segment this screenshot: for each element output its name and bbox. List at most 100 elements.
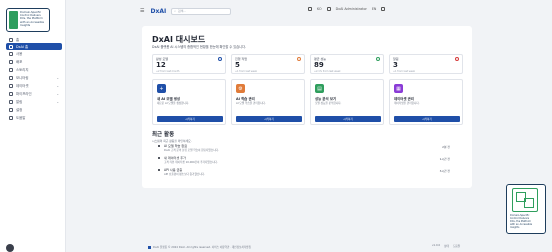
action-card: + 새 AI 모델 생성 새로운 AI 모델을 생성합니다. 시작하기 — [152, 79, 226, 125]
stat-card: 알림 3 +1 from last week — [389, 54, 463, 74]
bell-icon — [9, 99, 13, 104]
sidebar-item-label: 사용 — [16, 52, 23, 56]
stat-trend: +1 from last week — [393, 70, 415, 73]
stat-trend: +1 from last week — [235, 70, 257, 73]
chevron-down-icon: ⌄ — [56, 99, 59, 104]
sidebar: Domain-Specific Control Delivers DXs, th… — [0, 0, 66, 252]
help-icon — [9, 115, 13, 120]
action-icon: ⚙ — [236, 84, 245, 93]
bullet-icon — [158, 169, 160, 171]
footer-help-link[interactable]: 도움말 — [453, 244, 460, 248]
stat-value: 3 — [393, 61, 398, 69]
stat-value: 89 — [314, 61, 324, 69]
action-description: 새로운 AI 모델을 생성합니다. — [157, 102, 190, 105]
gear-icon — [9, 107, 13, 112]
recent-activity-item[interactable]: AI 모델 학습 완료 DxAI 고객 문의 분류 모델 학습이 완료되었습니다.… — [152, 143, 462, 153]
sidebar-item-label: 모니터링 — [16, 76, 29, 80]
search-placeholder: 검색... — [177, 9, 187, 13]
widget-logo-icon — [512, 188, 538, 212]
footer-text: DxAI 플랫폼 © 2024 DxAI. All rights reserve… — [153, 246, 251, 249]
page-subtitle: DxAI 플랫폼 AI 시스템의 종합적인 현황을 한눈에 확인할 수 있습니다… — [152, 45, 247, 49]
sidebar-item[interactable]: 설정 — [6, 106, 62, 113]
brand-text: Domain-Specific Control Delivers DXs, th… — [20, 11, 44, 27]
sidebar-item[interactable]: 사용 — [6, 50, 62, 57]
usage-icon — [9, 51, 13, 56]
stat-value: 12 — [156, 61, 166, 69]
action-start-button[interactable]: 시작하기 — [157, 116, 223, 122]
dashboard-icon — [9, 44, 13, 49]
sidebar-item[interactable]: 홈 — [6, 36, 62, 43]
widget-text: Domain-Specific Control Delivers DXs, th… — [510, 214, 533, 229]
main-panel: DxAI 대시보드 DxAI 플랫폼 AI 시스템의 종합적인 현황을 한눈에 … — [142, 26, 472, 188]
bullet-icon — [158, 157, 160, 159]
sidebar-item-label: 파이프라인 — [16, 92, 32, 96]
stat-card: 진행 작업 5 +1 from last week — [231, 54, 305, 74]
footer-version: v1.0.0 — [432, 244, 441, 247]
activity-time: 2분 전 — [442, 145, 450, 149]
activity-time: 1시간 전 — [439, 157, 450, 161]
stat-trend: +2.1% from last week — [314, 70, 341, 73]
action-description: 모델 성능을 분석합니다. — [315, 102, 342, 105]
brand-mark-icon — [9, 11, 18, 29]
home-icon — [9, 37, 13, 42]
action-card: ⚙ AI 학습 관리 AI 모델 학습을 관리합니다. 시작하기 — [231, 79, 305, 125]
sidebar-item-label: 도움말 — [16, 116, 26, 120]
action-start-button[interactable]: 시작하기 — [236, 116, 302, 122]
action-start-button[interactable]: 시작하기 — [394, 116, 460, 122]
footer: DxAI 플랫폼 © 2024 DxAI. All rights reserve… — [148, 244, 478, 250]
action-description: AI 모델 학습을 관리합니다. — [236, 102, 266, 105]
sidebar-item-label: 배포 — [16, 60, 23, 64]
search-icon: ⌕ — [174, 9, 176, 13]
app-logo[interactable]: DxAI — [150, 8, 166, 15]
action-card: ▦ 데이터셋 관리 데이터셋을 관리합니다. 시작하기 — [389, 79, 463, 125]
locale-toggle[interactable]: EN — [372, 7, 377, 11]
bullet-icon — [158, 145, 160, 147]
brand-widget[interactable]: Domain-Specific Control Delivers DXs, th… — [506, 184, 546, 234]
avatar[interactable] — [6, 244, 14, 252]
stat-card: 평균 성능 89 +2.1% from last week — [310, 54, 384, 74]
action-icon: + — [157, 84, 166, 93]
sidebar-item[interactable]: 스토리지 — [6, 66, 62, 73]
dataset-icon — [9, 83, 13, 88]
hamburger-menu-icon[interactable]: ☰ — [140, 8, 144, 14]
search-input[interactable]: ⌕ 검색... — [171, 7, 232, 15]
brand-logo[interactable]: Domain-Specific Control Delivers DXs, th… — [6, 8, 50, 32]
pipeline-icon — [9, 91, 13, 96]
action-description: 데이터셋을 관리합니다. — [394, 102, 420, 105]
sidebar-item-label: 스토리지 — [16, 68, 29, 72]
user-icon[interactable] — [326, 7, 331, 11]
sidebar-item[interactable]: 배포 — [6, 58, 62, 65]
footer-status-link[interactable]: 상태 — [444, 244, 449, 248]
language-selector[interactable]: KO — [317, 7, 322, 11]
storage-icon — [9, 67, 13, 72]
monitor-icon — [9, 75, 13, 80]
sidebar-item[interactable]: 데이터셋 ⌄ — [6, 82, 62, 89]
stat-card: 활성 모델 12 +2 from last month — [152, 54, 226, 74]
user-name[interactable]: DxAI Administrator — [336, 7, 367, 11]
action-icon: ▦ — [394, 84, 403, 93]
activity-description: API 호출량이 평소보다 증가했습니다. — [164, 173, 205, 176]
recent-activity: 최근 활동 시스템의 최근 활동을 확인하세요. AI 모델 학습 완료 DxAI… — [152, 130, 462, 180]
notification-icon[interactable] — [308, 7, 312, 11]
activity-time: 3시간 전 — [439, 169, 450, 173]
action-start-button[interactable]: 시작하기 — [315, 116, 381, 122]
sidebar-item[interactable]: DxAI 홈 — [6, 43, 62, 50]
sidebar-item-label: 데이터셋 — [16, 84, 29, 88]
sidebar-item[interactable]: 모니터링 ⌄ — [6, 74, 62, 81]
sidebar-item[interactable]: 도움말 — [6, 114, 62, 121]
stat-trend: +2 from last month — [156, 70, 180, 73]
stat-indicator-icon — [218, 57, 222, 61]
footer-right: v1.0.0 상태 도움말 — [432, 244, 460, 248]
chevron-down-icon: ⌄ — [56, 83, 59, 88]
stat-indicator-icon — [455, 57, 459, 61]
activity-description: 고객 리뷰 데이터셋 10,000건이 추가되었습니다. — [164, 161, 218, 164]
deploy-icon — [9, 59, 13, 64]
recent-activity-item[interactable]: 새 데이터셋 추가 고객 리뷰 데이터셋 10,000건이 추가되었습니다. 1시간… — [152, 155, 462, 165]
recent-activity-item[interactable]: API 사용 급증 API 호출량이 평소보다 증가했습니다. 3시간 전 — [152, 167, 462, 177]
chevron-down-icon: ⌄ — [56, 75, 59, 80]
sidebar-item[interactable]: 알림 ⌄ — [6, 98, 62, 105]
sidebar-item[interactable]: 파이프라인 ⌄ — [6, 90, 62, 97]
recent-title: 최근 활동 — [152, 132, 175, 138]
settings-icon[interactable] — [381, 7, 386, 11]
stat-indicator-icon — [297, 57, 301, 61]
